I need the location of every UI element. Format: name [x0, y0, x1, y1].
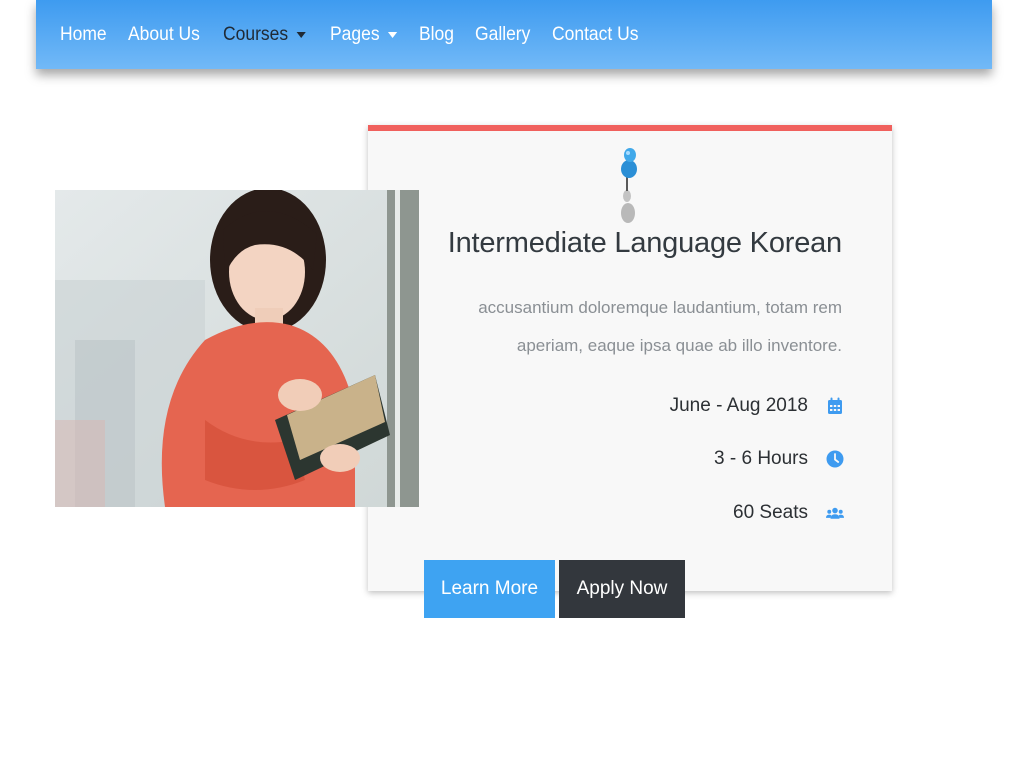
learn-more-label: Learn More — [440, 578, 539, 599]
course-title: Intermediate Language Korean — [447, 227, 842, 259]
nav-courses[interactable]: Courses — [223, 24, 306, 46]
chevron-down-icon — [296, 31, 306, 38]
clock-icon — [826, 450, 844, 468]
course-hours: 3 - 6 Hours — [714, 448, 808, 469]
course-date: June - Aug 2018 — [669, 395, 808, 416]
nav-about-label: About Us — [127, 23, 200, 45]
nav-courses-label: Courses — [222, 23, 288, 45]
apply-now-label: Apply Now — [576, 578, 668, 599]
nav-home[interactable]: Home — [60, 24, 107, 46]
course-card: Intermediate Language Korean accusantium… — [368, 125, 892, 591]
main-navbar: Home About Us Courses Pages Blog Gallery… — [36, 0, 992, 69]
course-description: accusantium doloremque laudantium, totam… — [478, 298, 842, 355]
course-seats-row: 60 Seats — [733, 502, 844, 524]
nav-contact-us[interactable]: Contact Us — [552, 24, 638, 46]
course-seats: 60 Seats — [733, 502, 808, 523]
nav-pages[interactable]: Pages — [330, 24, 397, 46]
chevron-down-icon — [387, 31, 397, 38]
student-reading-image — [55, 190, 419, 507]
course-hours-row: 3 - 6 Hours — [714, 448, 844, 470]
nav-pages-label: Pages — [329, 23, 380, 45]
nav-blog[interactable]: Blog — [419, 24, 454, 46]
users-icon — [826, 507, 844, 519]
nav-contact-label: Contact Us — [551, 23, 639, 45]
pushpin-icon — [621, 148, 637, 223]
nav-gallery-label: Gallery — [474, 23, 530, 45]
course-date-row: June - Aug 2018 — [670, 395, 844, 417]
nav-gallery[interactable]: Gallery — [475, 24, 530, 46]
nav-blog-label: Blog — [419, 23, 455, 45]
learn-more-button[interactable]: Learn More — [424, 560, 555, 618]
calendar-icon — [828, 397, 842, 414]
apply-now-button[interactable]: Apply Now — [559, 560, 685, 618]
nav-about-us[interactable]: About Us — [128, 24, 200, 46]
nav-home-label: Home — [60, 23, 107, 45]
course-photo — [55, 190, 419, 507]
